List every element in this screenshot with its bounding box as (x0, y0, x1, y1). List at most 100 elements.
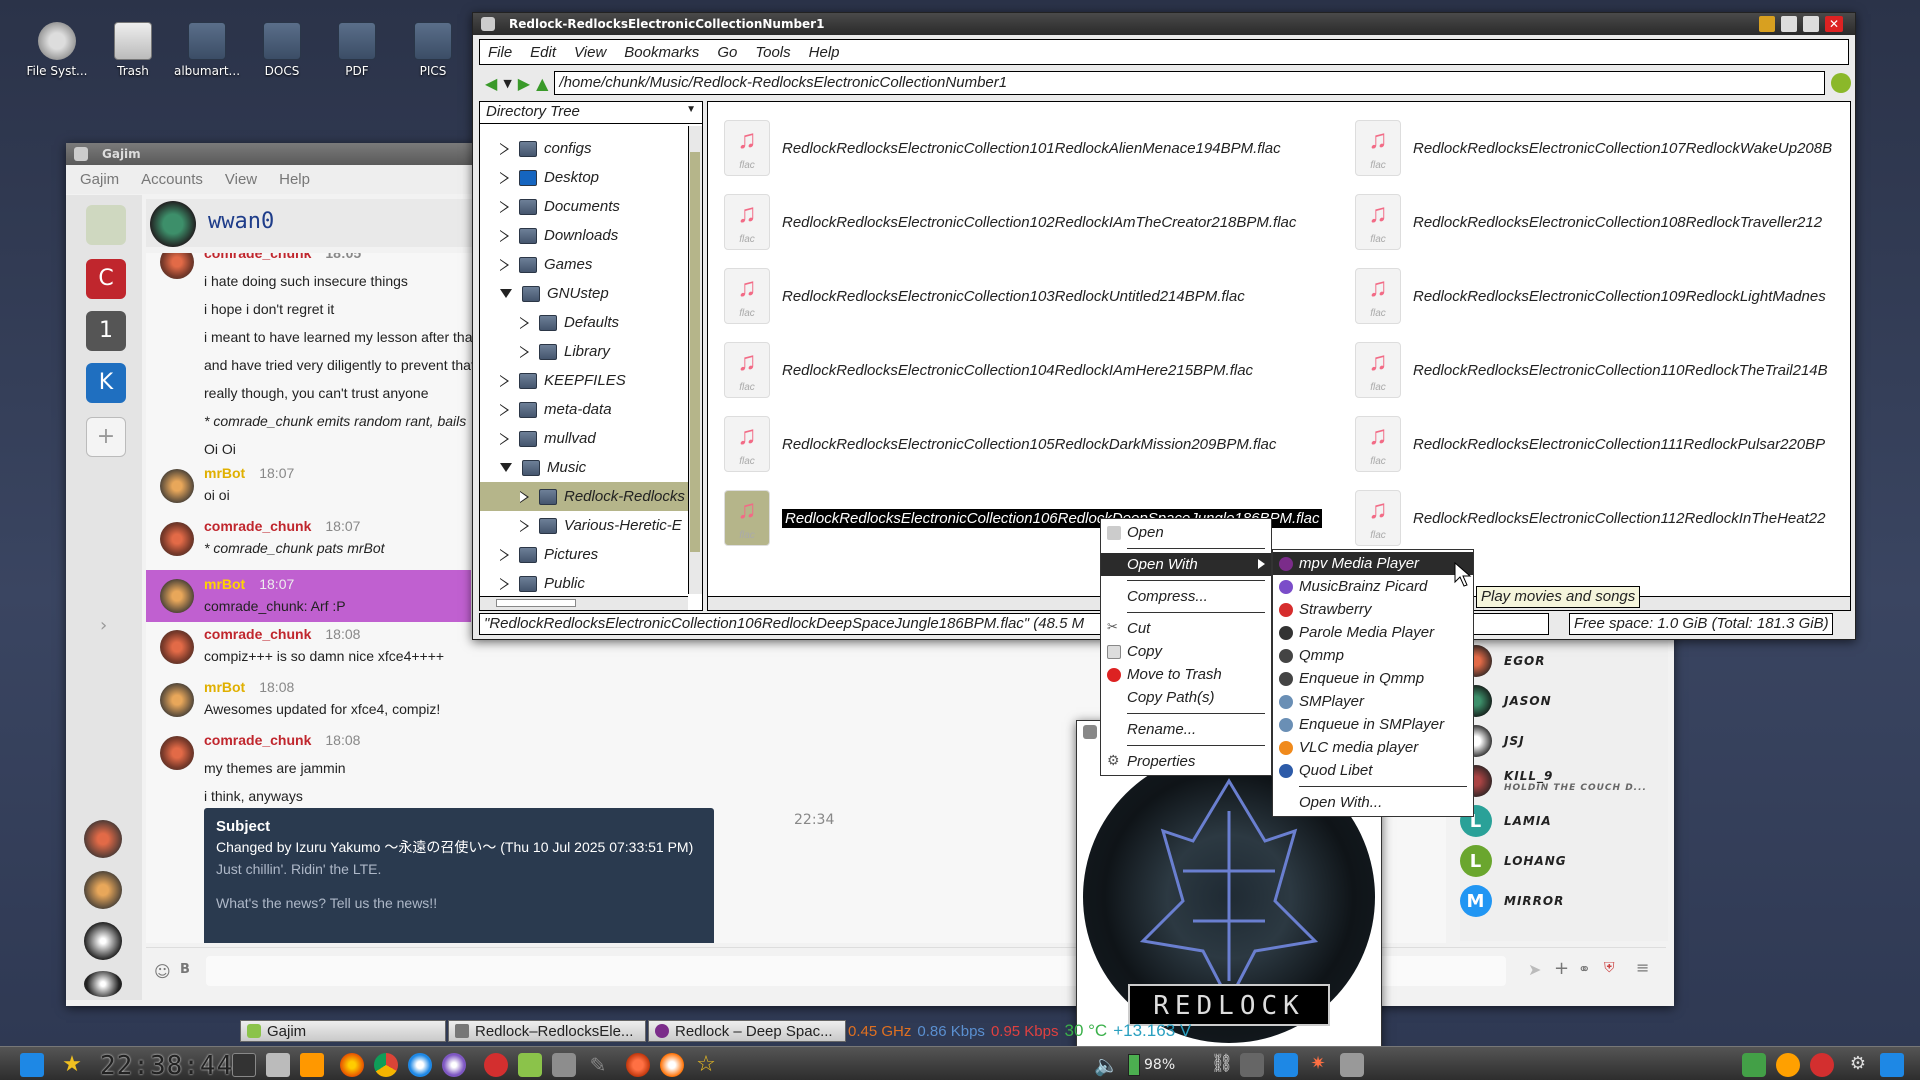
gajim-launcher-icon[interactable] (518, 1053, 542, 1077)
location-input[interactable]: /home/chunk/Music/Redlock-RedlocksElectr… (554, 71, 1825, 95)
chat-avatar-1[interactable] (84, 820, 122, 858)
menu-item-copy-paths[interactable]: Copy Path(s) (1101, 686, 1271, 709)
file-item[interactable]: ♫ flac RedlockRedlocksElectronicCollection… (1355, 118, 1832, 178)
menu-view[interactable]: View (225, 171, 257, 188)
menu-item-properties[interactable]: ⚙ Properties (1101, 750, 1271, 773)
tree-item[interactable]: Downloads (480, 221, 688, 250)
desktop-icon-trash[interactable]: Trash (96, 22, 170, 78)
menu-item-open[interactable]: Open (1101, 521, 1271, 544)
tree-item[interactable]: Pictures (480, 540, 688, 569)
strawberry-icon[interactable] (484, 1053, 508, 1077)
add-account-button[interactable]: + (86, 417, 126, 457)
workspace-icon[interactable] (1880, 1053, 1904, 1077)
menu-item-open-with[interactable]: Open With (1101, 553, 1271, 576)
menu-item-rename[interactable]: Rename... (1101, 718, 1271, 741)
sublime-icon[interactable] (300, 1053, 324, 1077)
menu-accounts[interactable]: Accounts (141, 171, 203, 188)
show-desktop-icon[interactable] (20, 1053, 44, 1077)
firefox-icon[interactable] (340, 1053, 364, 1077)
desktop-icon-docs[interactable]: DOCS (245, 22, 319, 78)
menu-bookmarks[interactable]: Bookmarks (624, 44, 699, 61)
attach-icon[interactable]: ⚭ (1578, 960, 1591, 978)
tree-item[interactable]: Music (480, 453, 688, 482)
expander-closed-icon[interactable] (500, 577, 509, 590)
file-item[interactable]: ♫ flac RedlockRedlocksElectronicCollection… (724, 414, 1276, 474)
tree-item[interactable]: configs (480, 134, 688, 163)
tree-item[interactable]: KEEPFILES (480, 366, 688, 395)
expander-open-icon[interactable] (500, 463, 512, 472)
terminal-icon[interactable] (232, 1053, 256, 1077)
roster-item-jsj[interactable]: JSJ (1460, 721, 1680, 761)
tree-item[interactable]: Desktop (480, 163, 688, 192)
open-with-item[interactable]: Enqueue in SMPlayer (1273, 713, 1473, 736)
roster-home-icon[interactable] (86, 205, 126, 245)
roster-item-egor[interactable]: EGOR (1460, 641, 1680, 681)
menu-help[interactable]: Help (809, 44, 840, 61)
expand-chevron-icon[interactable]: › (100, 615, 107, 636)
open-with-item[interactable]: SMPlayer (1273, 690, 1473, 713)
desktop-icon-pdf[interactable]: PDF (320, 22, 394, 78)
app-icon-grey[interactable] (1340, 1053, 1364, 1077)
bold-button[interactable]: B (180, 962, 190, 977)
volume-icon[interactable]: 🔈 (1094, 1053, 1119, 1077)
history-dropdown-icon[interactable]: ▼ (503, 77, 511, 90)
expander-closed-icon[interactable] (500, 200, 509, 213)
roster-item-lohang[interactable]: L LOHANG (1460, 841, 1680, 881)
window-menu-icon[interactable] (74, 147, 88, 161)
menu-help[interactable]: Help (279, 171, 310, 188)
desktop-icon-pics[interactable]: PICS (396, 22, 470, 78)
task-filemanager[interactable]: Redlock–RedlocksEle... (448, 1020, 646, 1042)
clock[interactable]: 22:38:44 (100, 1051, 233, 1080)
expander-open-icon[interactable] (500, 289, 512, 298)
task-mpv[interactable]: Redlock – Deep Spac... (648, 1020, 846, 1042)
storage-icon[interactable] (1240, 1053, 1264, 1077)
tree-item[interactable]: Redlock-Redlocks (480, 482, 688, 511)
account-1[interactable]: 1 (86, 311, 126, 351)
roster-item-mirror[interactable]: M MIRROR (1460, 881, 1680, 921)
open-with-item[interactable]: Open With... (1273, 791, 1473, 814)
back-icon[interactable]: ◀ (485, 74, 497, 93)
file-manager-icon[interactable] (266, 1053, 290, 1077)
maximize-button[interactable] (1803, 16, 1819, 32)
expander-closed-icon[interactable] (500, 142, 509, 155)
task-gajim[interactable]: Gajim (240, 1020, 446, 1042)
app-icon-crab[interactable]: ✷ (1306, 1053, 1330, 1077)
tree-item[interactable]: Documents (480, 192, 688, 221)
chat-avatar-3[interactable] (84, 922, 122, 960)
menu-file[interactable]: File (488, 44, 512, 61)
file-item[interactable]: ♫ flac RedlockRedlocksElectronicCollection… (1355, 266, 1826, 326)
settings-icon[interactable]: ⚙ (1846, 1053, 1870, 1077)
open-with-item[interactable]: Strawberry (1273, 598, 1473, 621)
menu-edit[interactable]: Edit (530, 44, 556, 61)
minimize-button[interactable] (1781, 16, 1797, 32)
file-item[interactable]: ♫ flac RedlockRedlocksElectronicCollection… (724, 266, 1245, 326)
account-k[interactable]: K (86, 363, 126, 403)
logout-icon[interactable] (1742, 1053, 1766, 1077)
expander-closed-icon[interactable] (500, 548, 509, 561)
tree-item[interactable]: meta-data (480, 395, 688, 424)
emoji-icon[interactable]: ☺ (154, 962, 171, 981)
colorpicker-icon[interactable]: ✎ (586, 1053, 610, 1077)
roster-item-jason[interactable]: JASON (1460, 681, 1680, 721)
shade-button[interactable] (1759, 16, 1775, 32)
chat-avatar-4[interactable] (84, 971, 122, 997)
menu-icon[interactable]: ≡ (1636, 958, 1649, 977)
star-icon[interactable]: ★ (60, 1053, 84, 1077)
tor-icon[interactable] (442, 1053, 466, 1077)
menu-go[interactable]: Go (717, 44, 737, 61)
tree-item[interactable]: Defaults (480, 308, 688, 337)
expander-closed-icon[interactable] (500, 229, 509, 242)
chromium-icon[interactable] (408, 1053, 432, 1077)
tree-item[interactable]: mullvad (480, 424, 688, 453)
tree-item[interactable]: Library (480, 337, 688, 366)
tree-item[interactable]: Various-Heretic-E (480, 511, 688, 540)
add-icon[interactable]: + (1554, 958, 1569, 979)
menu-gajim[interactable]: Gajim (80, 171, 119, 188)
menu-view[interactable]: View (574, 44, 606, 61)
encryption-icon[interactable]: ⛨ (1604, 960, 1615, 976)
expander-closed-icon[interactable] (500, 403, 509, 416)
menu-item-compress[interactable]: Compress... (1101, 585, 1271, 608)
file-item[interactable]: ♫ flac RedlockRedlocksElectronicCollection… (1355, 414, 1825, 474)
expander-closed-icon[interactable] (500, 374, 509, 387)
shutdown-icon[interactable] (1810, 1053, 1834, 1077)
